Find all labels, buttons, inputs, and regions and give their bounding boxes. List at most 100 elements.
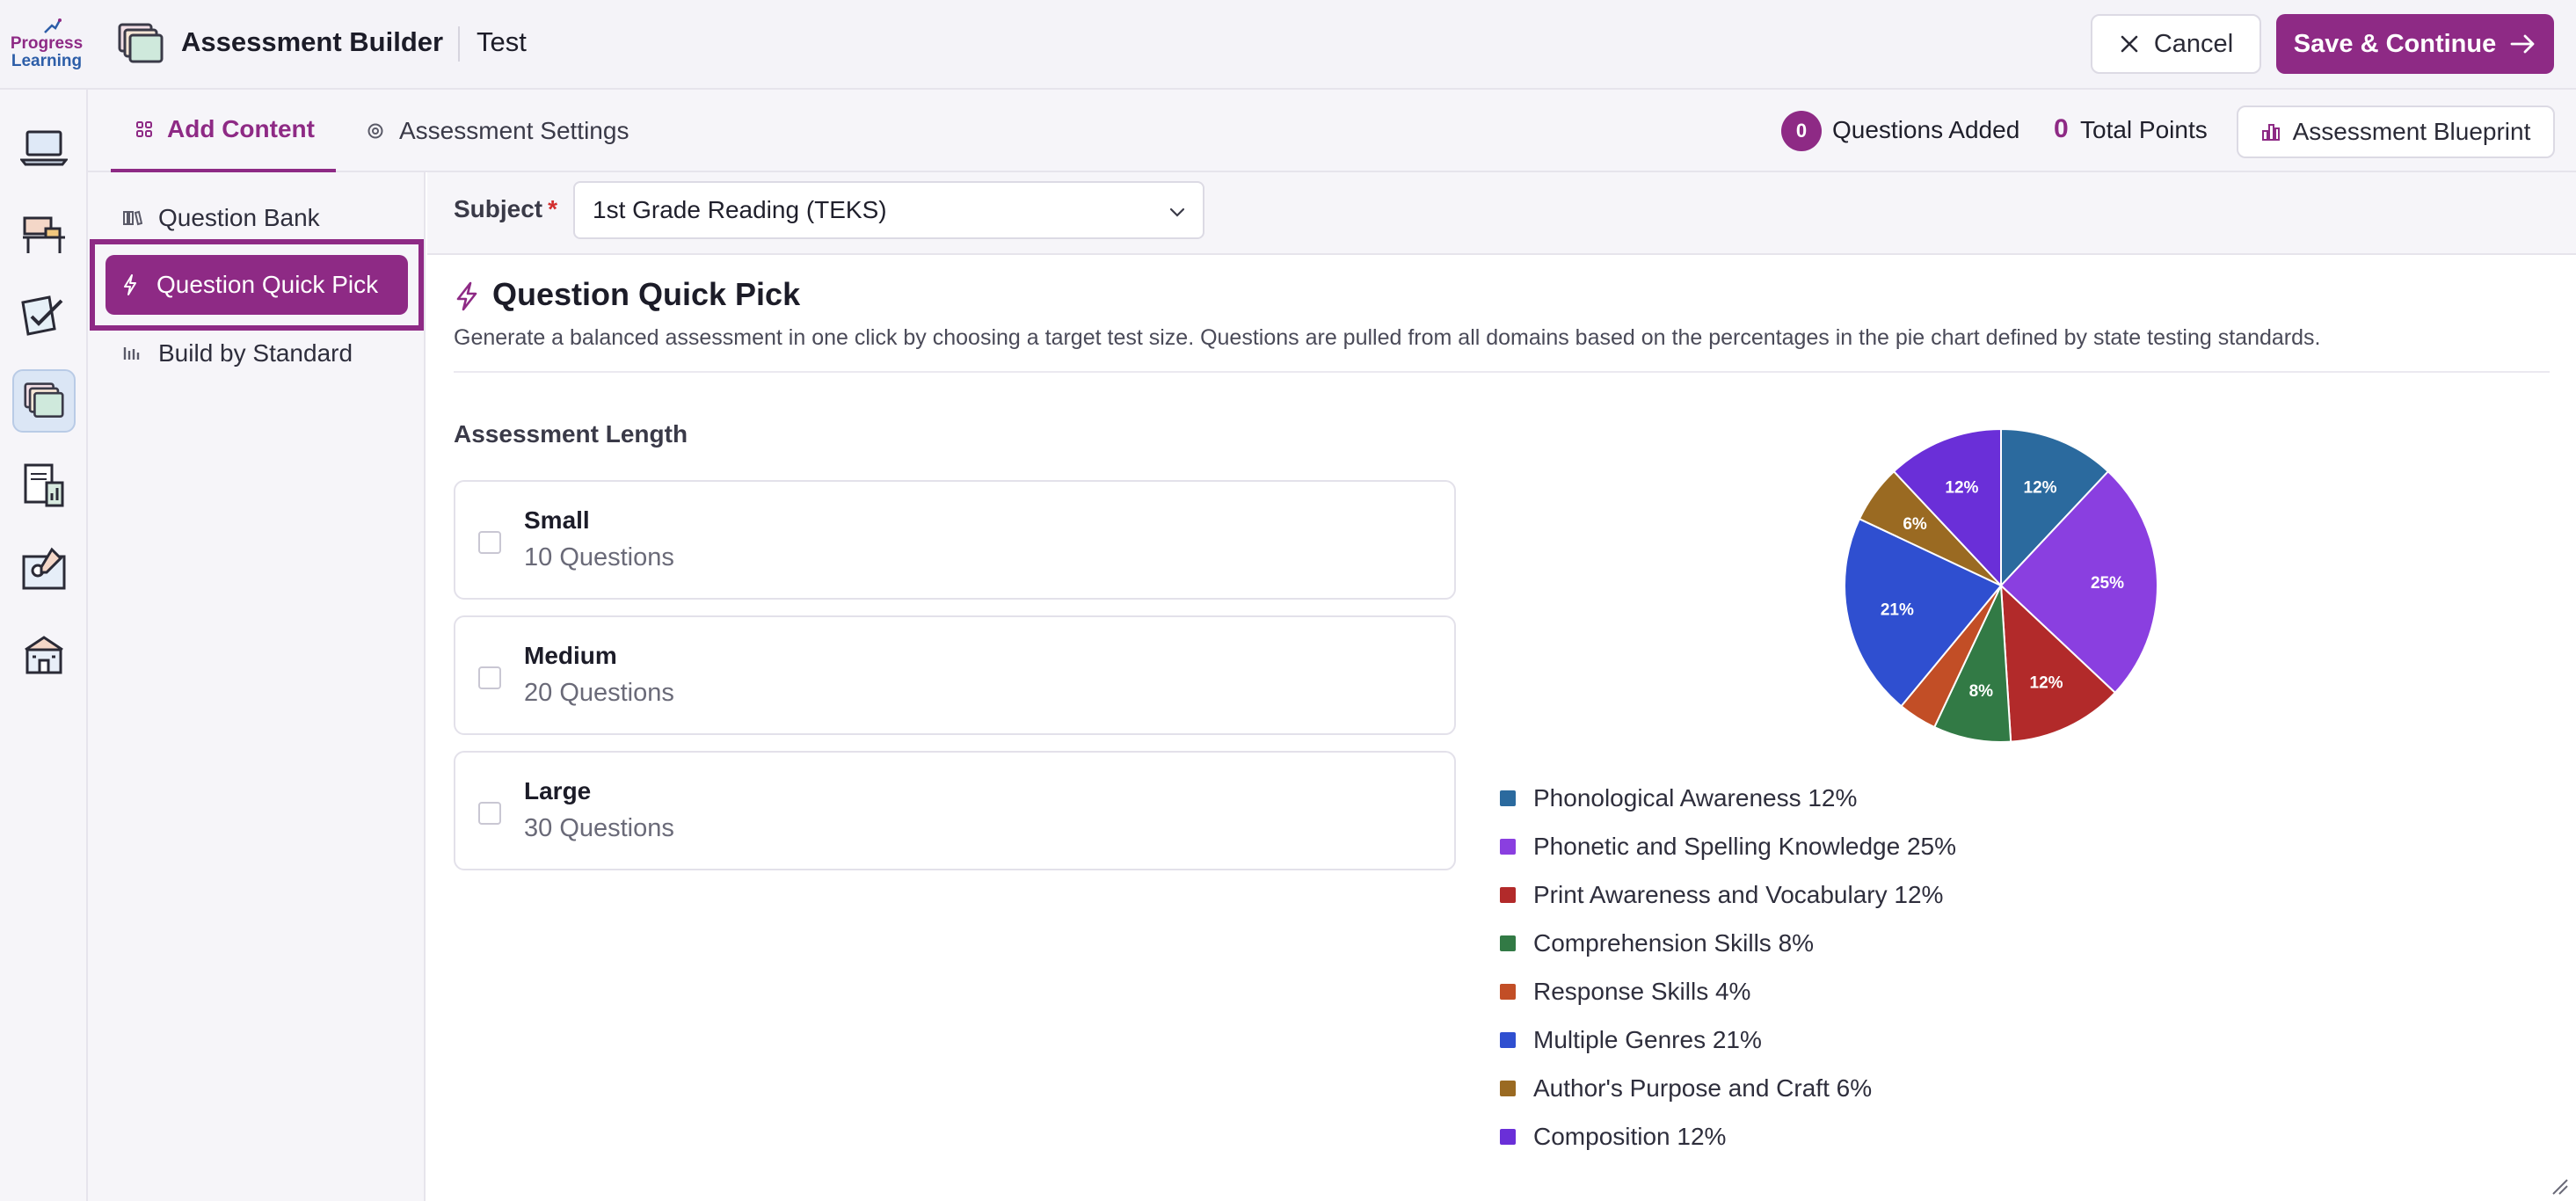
legend-item-5: Multiple Genres 21% <box>1500 1023 1762 1058</box>
save-continue-label: Save & Continue <box>2293 29 2497 58</box>
top-bar: Progress Learning Assessment Builder Tes… <box>0 0 2576 90</box>
library-icon <box>123 210 142 226</box>
questions-added-badge: 0 <box>1781 111 1822 151</box>
subject-select-value: 1st Grade Reading (TEKS) <box>593 196 887 223</box>
subject-label-text: Subject <box>454 195 543 222</box>
tab-assessment-settings-label: Assessment Settings <box>399 117 629 144</box>
subnav-item-build-by-standard[interactable]: Build by Standard <box>123 327 353 380</box>
legend-item-4: Response Skills 4% <box>1500 974 1750 1009</box>
pie-slice-label-1: 25% <box>2091 574 2124 593</box>
section-description: Generate a balanced assessment in one cl… <box>454 325 2321 350</box>
option-question-count: 30 Questions <box>524 814 674 842</box>
assessment-builder-icon <box>118 23 164 63</box>
legend-label: Comprehension Skills 8% <box>1533 929 1815 957</box>
save-continue-button[interactable]: Save & Continue <box>2276 14 2554 74</box>
subnav-item-question-bank[interactable]: Question Bank <box>123 192 320 244</box>
legend-item-0: Phonological Awareness 12% <box>1500 781 1857 816</box>
app-title: Assessment Builder <box>181 26 444 57</box>
total-points-count: 0 <box>2054 114 2069 143</box>
rail-item-school[interactable] <box>12 622 76 686</box>
checkbox[interactable] <box>478 531 501 554</box>
option-question-count: 10 Questions <box>524 543 674 571</box>
domain-pie-chart: 12% 25% 12% 8% 21% 6% 12% <box>1844 427 2158 743</box>
grid-icon <box>136 121 152 137</box>
legend-swatch <box>1500 1129 1516 1145</box>
pie-slice-label-0: 12% <box>2024 478 2057 497</box>
chevron-down-icon <box>1169 207 1185 217</box>
bolt-icon <box>456 281 477 311</box>
rail-item-laptop[interactable] <box>12 116 76 179</box>
cancel-button[interactable]: Cancel <box>2091 14 2261 74</box>
subject-label: Subject * <box>454 195 557 223</box>
legend-item-3: Comprehension Skills 8% <box>1500 926 1814 961</box>
resize-handle-icon[interactable] <box>2548 1175 2571 1197</box>
legend-swatch <box>1500 790 1516 806</box>
legend-swatch <box>1500 887 1516 903</box>
tab-add-content[interactable]: Add Content <box>111 90 336 172</box>
bolt-icon <box>124 274 136 295</box>
assessment-blueprint-button[interactable]: Assessment Blueprint <box>2237 106 2555 158</box>
pie-slice-label-6: 6% <box>1903 515 1927 534</box>
rail-item-teacher-tools[interactable] <box>12 538 76 601</box>
legend-swatch <box>1500 1032 1516 1048</box>
subnav-question-quick-pick-label: Question Quick Pick <box>156 271 379 298</box>
bars-icon <box>123 347 140 360</box>
length-option-large[interactable]: Large 30 Questions <box>454 751 1456 870</box>
section-divider <box>454 371 2550 373</box>
classroom-icon <box>23 216 65 253</box>
legend-swatch <box>1500 935 1516 951</box>
legend-item-1: Phonetic and Spelling Knowledge 25% <box>1500 829 1956 864</box>
length-option-medium[interactable]: Medium 20 Questions <box>454 615 1456 735</box>
logo-text-line1: Progress <box>10 34 84 53</box>
tab-add-content-label: Add Content <box>167 115 315 142</box>
checkbox[interactable] <box>478 802 501 825</box>
legend-label: Response Skills 4% <box>1533 978 1751 1005</box>
legend-swatch <box>1500 839 1516 855</box>
legend-item-7: Composition 12% <box>1500 1119 1726 1154</box>
option-name: Small <box>524 506 590 534</box>
option-name: Large <box>524 777 592 804</box>
assessment-name: Test <box>477 26 527 57</box>
left-rail <box>0 90 88 1201</box>
option-name: Medium <box>524 642 617 669</box>
reports-icon <box>24 463 64 507</box>
length-option-small[interactable]: Small 10 Questions <box>454 480 1456 600</box>
close-icon <box>2121 35 2138 53</box>
progress-learning-logo[interactable]: Progress Learning <box>7 16 86 72</box>
questions-added-label: Questions Added <box>1832 116 2020 143</box>
legend-item-6: Author's Purpose and Craft 6% <box>1500 1071 1872 1106</box>
checkbox[interactable] <box>478 666 501 689</box>
rail-item-reports[interactable] <box>12 454 76 517</box>
legend-label: Composition 12% <box>1533 1123 1727 1150</box>
subject-select[interactable]: 1st Grade Reading (TEKS) <box>573 181 1204 239</box>
laptop-icon <box>20 130 68 166</box>
legend-swatch <box>1500 984 1516 1000</box>
logo-text-line2: Learning <box>11 52 83 70</box>
assessment-builder-icon <box>24 382 64 419</box>
title-divider <box>458 26 460 62</box>
subnav-build-by-standard-label: Build by Standard <box>158 339 353 367</box>
option-question-count: 20 Questions <box>524 679 674 707</box>
cancel-label: Cancel <box>2153 29 2234 58</box>
rail-item-assignments[interactable] <box>12 285 76 348</box>
rail-item-assessment-builder[interactable] <box>12 369 76 433</box>
teacher-tools-icon <box>22 547 66 590</box>
logo-spark-icon <box>44 18 62 33</box>
tab-assessment-settings[interactable]: Assessment Settings <box>366 90 629 172</box>
pie-slice-label-5: 21% <box>1881 600 1914 619</box>
subnav-item-question-quick-pick[interactable]: Question Quick Pick <box>106 255 408 315</box>
assessment-blueprint-label: Assessment Blueprint <box>2292 118 2531 145</box>
section-title: Question Quick Pick <box>492 276 801 312</box>
required-asterisk: * <box>548 195 558 222</box>
legend-label: Phonological Awareness 12% <box>1533 784 1858 812</box>
gear-icon <box>367 123 383 139</box>
legend-label: Phonetic and Spelling Knowledge 25% <box>1533 833 1957 860</box>
legend-label: Author's Purpose and Craft 6% <box>1533 1074 1873 1102</box>
pie-slice-label-2: 12% <box>2030 674 2063 693</box>
pie-slice-label-7: 12% <box>1945 478 1978 497</box>
assessment-length-label: Assessment Length <box>454 420 688 448</box>
legend-swatch <box>1500 1081 1516 1096</box>
legend-label: Print Awareness and Vocabulary 12% <box>1533 881 1944 908</box>
rail-item-classroom[interactable] <box>12 202 76 266</box>
assignment-icon <box>21 295 63 336</box>
